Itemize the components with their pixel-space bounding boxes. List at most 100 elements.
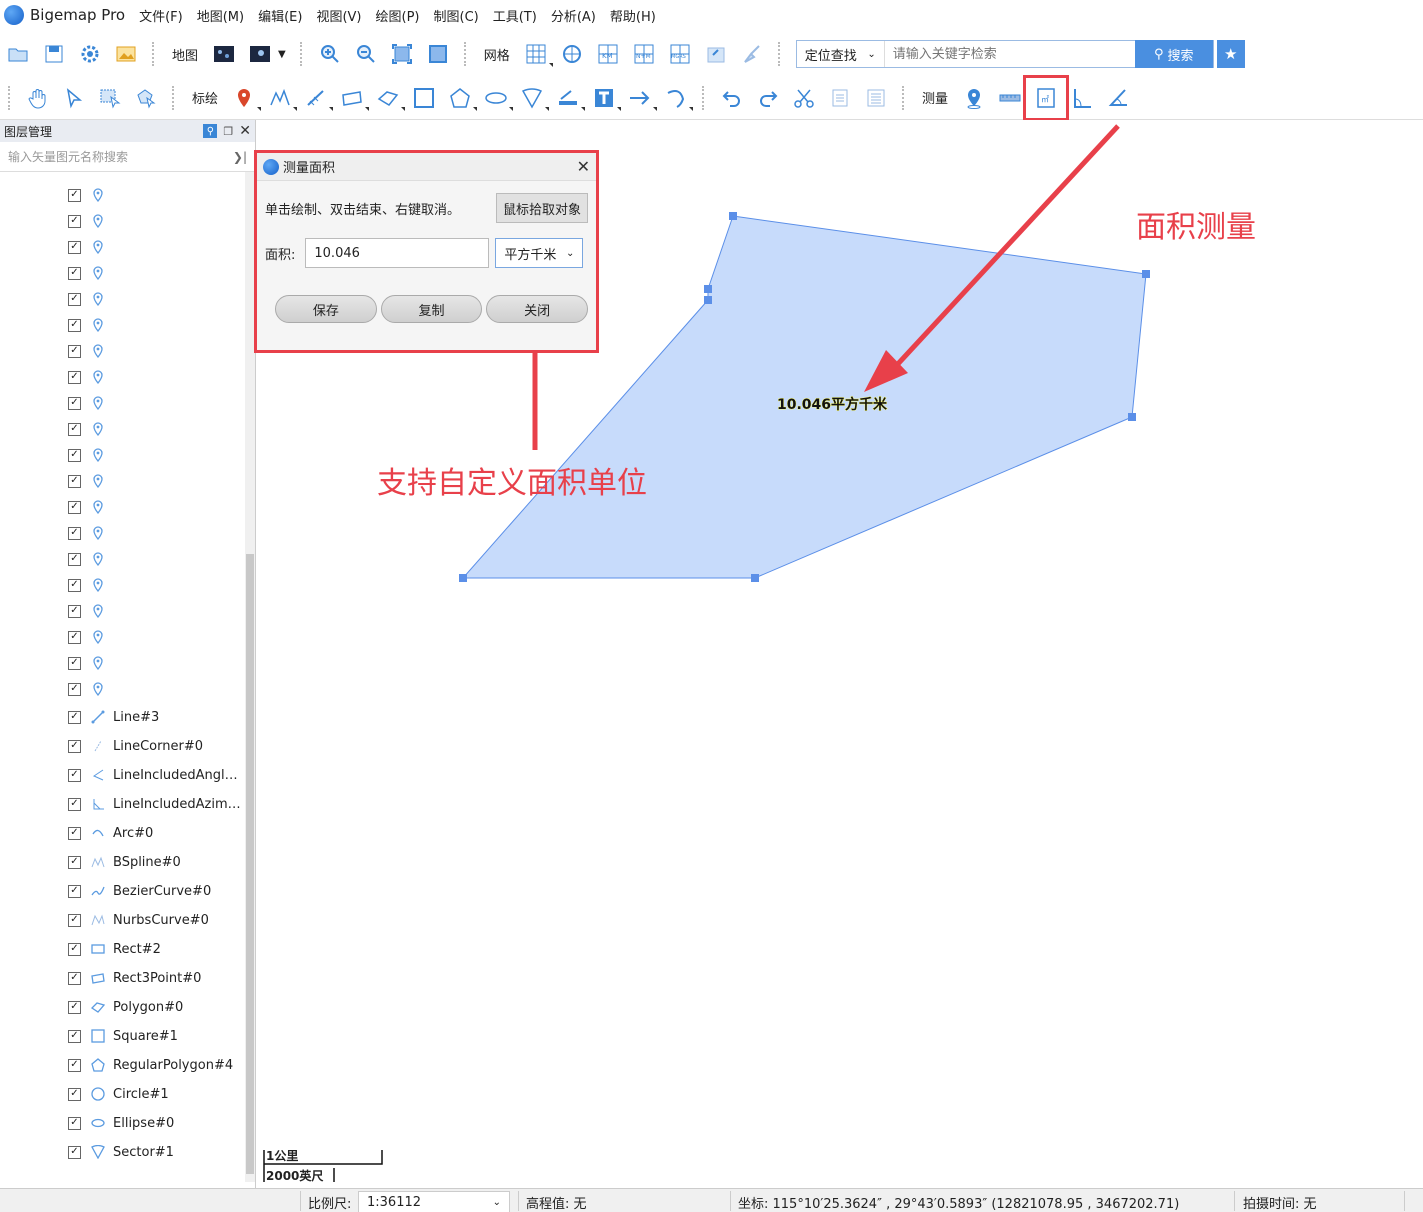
layer-checkbox[interactable]: ✓ — [68, 318, 81, 332]
layer-checkbox[interactable]: ✓ — [68, 240, 81, 254]
layer-row-point[interactable]: ✓ — [0, 364, 245, 390]
layer-checkbox[interactable]: ✓ — [68, 552, 81, 566]
measure-area-icon[interactable]: ㎡ — [1023, 74, 1070, 121]
clear-brush-icon[interactable] — [739, 41, 765, 67]
layer-checkbox[interactable]: ✓ — [68, 578, 81, 592]
km-grid-icon[interactable]: KM — [595, 41, 621, 67]
menu-edit[interactable]: 编辑(E) — [258, 6, 302, 25]
favorite-star-icon[interactable]: ★ — [1216, 40, 1245, 68]
pentagon-icon[interactable] — [447, 85, 478, 111]
measure-azimuth-icon[interactable] — [1105, 85, 1131, 111]
layer-checkbox[interactable]: ✓ — [68, 1145, 81, 1159]
open-folder-icon[interactable] — [5, 41, 31, 67]
layer-checkbox[interactable]: ✓ — [68, 682, 81, 696]
layer-checkbox[interactable]: ✓ — [68, 1058, 81, 1072]
chevron-down-icon[interactable]: ▼ — [278, 49, 286, 60]
menu-tools[interactable]: 工具(T) — [493, 6, 537, 25]
panel-search-icon[interactable]: ⚲ — [203, 124, 218, 138]
close-button[interactable]: 关闭 — [486, 295, 589, 323]
map-style-dropdown-icon[interactable] — [247, 41, 273, 67]
layer-row[interactable]: ✓ NurbsCurve#0 — [0, 907, 245, 933]
text-icon[interactable] — [591, 85, 622, 111]
undo-icon[interactable] — [719, 85, 745, 111]
layer-row-point[interactable]: ✓ — [0, 494, 245, 520]
copy-button[interactable]: 复制 — [380, 295, 483, 323]
layer-row[interactable]: ✓ Sector#1 — [0, 1139, 245, 1165]
layer-row-point[interactable]: ✓ — [0, 598, 245, 624]
mgrs-grid-icon[interactable]: MGRS — [667, 41, 693, 67]
layer-row-point[interactable]: ✓ — [0, 338, 245, 364]
menu-analysis[interactable]: 分析(A) — [551, 6, 596, 25]
layer-checkbox[interactable]: ✓ — [68, 855, 81, 869]
layer-row[interactable]: ✓ LineIncludedAzimu... — [0, 791, 245, 817]
layer-row-point[interactable]: ✓ — [0, 182, 245, 208]
layer-row-point[interactable]: ✓ — [0, 676, 245, 702]
layer-row[interactable]: ✓ Line#3 — [0, 704, 245, 730]
layer-row[interactable]: ✓ Rect#2 — [0, 936, 245, 962]
select-polygon-icon[interactable] — [133, 85, 159, 111]
layer-checkbox[interactable]: ✓ — [68, 500, 81, 514]
select-rect-icon[interactable] — [97, 85, 123, 111]
measure-distance-icon[interactable] — [997, 85, 1023, 111]
arrow-right-icon[interactable] — [627, 85, 658, 111]
menu-view[interactable]: 视图(V) — [316, 6, 361, 25]
layer-checkbox[interactable]: ✓ — [68, 971, 81, 985]
layer-row-point[interactable]: ✓ — [0, 416, 245, 442]
panel-restore-icon[interactable]: ❐ — [223, 125, 233, 138]
layer-row[interactable]: ✓ Rect3Point#0 — [0, 965, 245, 991]
menu-file[interactable]: 文件(F) — [139, 6, 183, 25]
layer-checkbox[interactable]: ✓ — [68, 1029, 81, 1043]
settings-gear-icon[interactable] — [77, 41, 103, 67]
layer-row-point[interactable]: ✓ — [0, 624, 245, 650]
layer-row-point[interactable]: ✓ — [0, 650, 245, 676]
layer-row-point[interactable]: ✓ — [0, 208, 245, 234]
layer-row-point[interactable]: ✓ — [0, 312, 245, 338]
layer-row-point[interactable]: ✓ — [0, 260, 245, 286]
dialog-close-icon[interactable]: ✕ — [577, 157, 590, 176]
layer-checkbox[interactable]: ✓ — [68, 942, 81, 956]
polyline-icon[interactable] — [267, 85, 298, 111]
layer-checkbox[interactable]: ✓ — [68, 370, 81, 384]
rectangle-icon[interactable] — [339, 85, 370, 111]
menu-map[interactable]: 地图(M) — [197, 6, 244, 25]
layer-row-point[interactable]: ✓ — [0, 546, 245, 572]
pick-object-button[interactable]: 鼠标拾取对象 — [495, 193, 588, 223]
layer-row-point[interactable]: ✓ — [0, 520, 245, 546]
polygon-vertex-handle[interactable] — [1128, 413, 1136, 421]
layer-checkbox[interactable]: ✓ — [68, 1000, 81, 1014]
scroll-thumb[interactable] — [246, 554, 254, 1174]
zoom-out-icon[interactable] — [353, 41, 379, 67]
fullscreen-icon[interactable] — [425, 41, 451, 67]
layer-row-point[interactable]: ✓ — [0, 572, 245, 598]
layer-checkbox[interactable]: ✓ — [68, 266, 81, 280]
layer-checkbox[interactable]: ✓ — [68, 604, 81, 618]
layer-checkbox[interactable]: ✓ — [68, 396, 81, 410]
menu-cartography[interactable]: 制图(C) — [434, 6, 479, 25]
grid-icon[interactable] — [523, 41, 553, 67]
layer-row[interactable]: ✓ BSpline#0 — [0, 849, 245, 875]
collapse-chevron-icon[interactable]: ❯| — [233, 150, 247, 164]
layer-checkbox[interactable]: ✓ — [68, 739, 81, 753]
layer-row-point[interactable]: ✓ — [0, 286, 245, 312]
layer-row[interactable]: ✓ Arc#0 — [0, 820, 245, 846]
layer-row[interactable]: ✓ Polygon#0 — [0, 994, 245, 1020]
menu-help[interactable]: 帮助(H) — [610, 6, 656, 25]
measure-angle-icon[interactable] — [1069, 85, 1095, 111]
search-button[interactable]: ⚲ 搜索 — [1134, 40, 1213, 68]
square-icon[interactable] — [411, 85, 437, 111]
polygon-vertex-handle[interactable] — [704, 285, 712, 293]
save-icon[interactable] — [41, 41, 67, 67]
zoom-extent-icon[interactable] — [389, 41, 415, 67]
layer-checkbox[interactable]: ✓ — [68, 422, 81, 436]
search-input[interactable] — [884, 41, 1135, 67]
curved-arrow-icon[interactable] — [663, 85, 694, 111]
redo-icon[interactable] — [755, 85, 781, 111]
layer-checkbox[interactable]: ✓ — [68, 913, 81, 927]
layer-checkbox[interactable]: ✓ — [68, 526, 81, 540]
layer-row-point[interactable]: ✓ — [0, 468, 245, 494]
layer-row[interactable]: ✓ Ellipse#0 — [0, 1110, 245, 1136]
image-icon[interactable] — [113, 41, 139, 67]
layer-checkbox[interactable]: ✓ — [68, 1116, 81, 1130]
globe-grid-icon[interactable] — [559, 41, 585, 67]
layer-checkbox[interactable]: ✓ — [68, 768, 81, 782]
